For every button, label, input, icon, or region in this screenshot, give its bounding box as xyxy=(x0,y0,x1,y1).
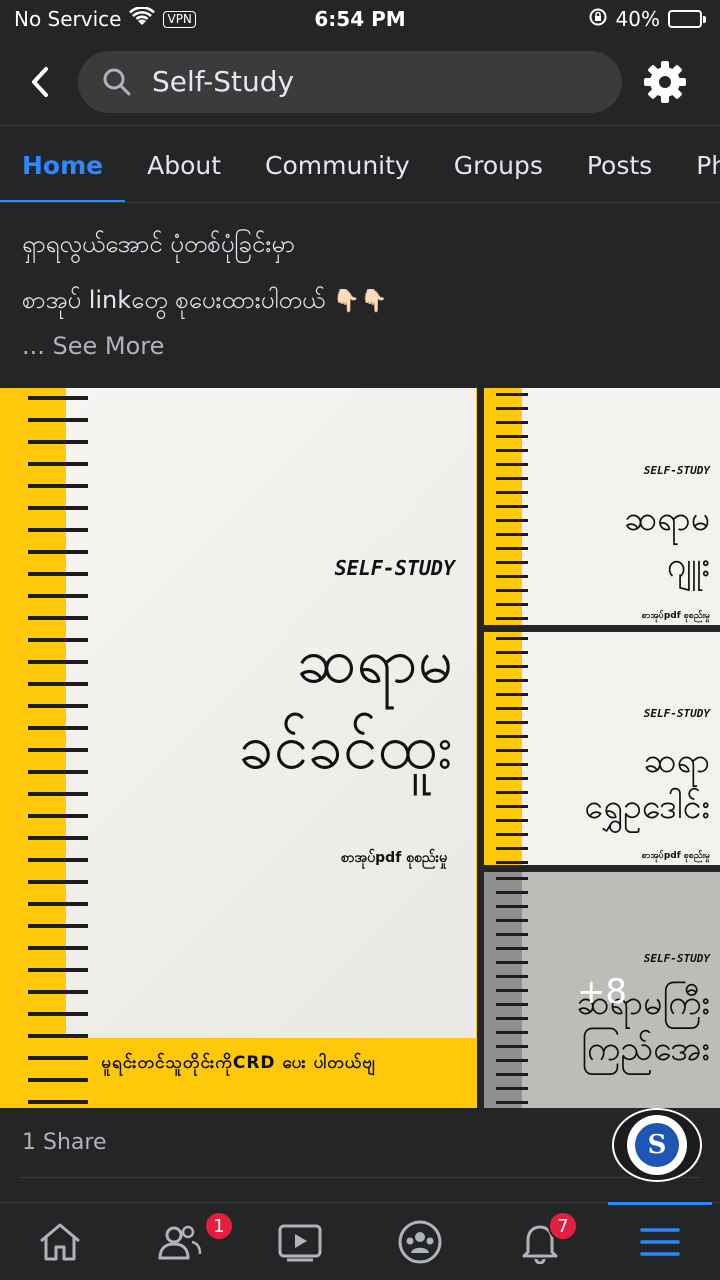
tab-community[interactable]: Community xyxy=(243,127,432,202)
image-side-1-subtitle: စာအုပ်pdf စုစည်းမှု xyxy=(641,611,710,621)
nav-home[interactable] xyxy=(0,1203,120,1280)
image-side-1-title-line1: ဆရာမ xyxy=(624,499,710,539)
notebook-spiral xyxy=(496,388,528,625)
tab-groups[interactable]: Groups xyxy=(432,127,565,202)
carrier-label: No Service xyxy=(14,7,122,31)
tab-posts[interactable]: Posts xyxy=(565,127,674,202)
post-line-2-wrap: စာအုပ် linkတွေ စုပေးထားပါတယ် 👇🏻👇🏻 xyxy=(22,272,702,330)
nav-notifications[interactable]: 7 xyxy=(480,1203,600,1280)
back-button[interactable] xyxy=(20,52,60,112)
nav-watch[interactable] xyxy=(240,1203,360,1280)
pointing-down-emoji: 👇🏻👇🏻 xyxy=(332,289,388,314)
tab-photos[interactable]: Ph xyxy=(674,127,720,202)
tab-home[interactable]: Home xyxy=(0,127,126,202)
status-left: No Service VPN xyxy=(14,5,196,32)
image-side-2[interactable]: SELF-STUDY ဆရာ ရွှေဥဒေါင်း စာအုပ်pdf စုစ… xyxy=(484,632,720,865)
search-icon xyxy=(103,68,131,95)
friends-badge: 1 xyxy=(204,1211,234,1241)
image-main-footer: မူရင်းတင်သူတိုင်းကိုCRD ပေး ပါတယ်ဗျ xyxy=(101,1053,376,1073)
page-avatar-bubble[interactable]: S xyxy=(612,1108,702,1182)
wifi-icon xyxy=(129,5,156,32)
post-image-gallery: SELF-STUDY ဆရာမ ခင်ခင်ထူး စာအုပ်pdf စုစည… xyxy=(0,388,720,1108)
image-side-1-brand: SELF-STUDY xyxy=(643,464,710,477)
tab-about[interactable]: About xyxy=(125,127,243,202)
nav-friends[interactable]: 1 xyxy=(120,1203,240,1280)
post-line-1: ရှာရလွယ်အောင် ပုံတစ်ပုံခြင်းမှာ xyxy=(22,230,295,258)
gear-icon xyxy=(644,60,686,103)
battery-percent: 40% xyxy=(615,7,660,31)
image-side-2-title-line2: ရွှေဥဒေါင်း xyxy=(584,787,710,827)
image-side-2-brand: SELF-STUDY xyxy=(643,707,710,720)
image-side-2-title: ဆရာ ရွှေဥဒေါင်း xyxy=(584,738,710,830)
nav-groups[interactable] xyxy=(360,1203,480,1280)
image-side-1-title-line2: ဂျူး xyxy=(666,545,710,585)
page-tabs: Home About Community Groups Posts Ph xyxy=(0,127,720,203)
home-icon xyxy=(40,1223,80,1260)
notebook-spiral xyxy=(28,388,88,1108)
image-side-2-subtitle: စာအုပ်pdf စုစည်းမှု xyxy=(641,851,710,861)
search-query: Self-Study xyxy=(152,65,295,98)
notifications-badge: 7 xyxy=(548,1211,578,1241)
image-main-title-line1: ဆရာမ xyxy=(296,624,453,697)
notebook-spiral xyxy=(496,632,528,865)
more-images-count: +8 xyxy=(576,972,628,1012)
image-side-1-title: ဆရာမ ဂျူး xyxy=(624,496,710,588)
image-main-title-line2: ခင်ခင်ထူး xyxy=(238,710,453,783)
see-more-link[interactable]: ... See More xyxy=(22,332,164,360)
share-count[interactable]: 1 Share xyxy=(22,1130,106,1155)
status-right: 40% xyxy=(588,7,706,32)
groups-icon xyxy=(398,1220,442,1263)
vpn-badge: VPN xyxy=(163,10,196,28)
image-side-2-title-line1: ဆရာ xyxy=(643,741,710,781)
image-side-1[interactable]: SELF-STUDY ဆရာမ ဂျူး စာအုပ်pdf စုစည်းမှု xyxy=(484,388,720,625)
settings-button[interactable] xyxy=(640,57,690,107)
avatar-inner: S xyxy=(627,1115,687,1175)
video-icon xyxy=(278,1224,322,1261)
image-side-3[interactable]: SELF-STUDY ဆရာမကြီး ကြည်အေး +8 xyxy=(484,872,720,1108)
status-bar: No Service VPN 6:54 PM 40% xyxy=(0,0,720,38)
image-main-brand: SELF-STUDY xyxy=(334,556,455,580)
battery-icon xyxy=(668,10,706,28)
post-line-2: စာအုပ် linkတွေ စုပေးထားပါတယ် xyxy=(22,286,326,314)
friends-icon xyxy=(158,1225,202,1259)
avatar-ring: S xyxy=(612,1108,702,1182)
bottom-nav: 1 7 xyxy=(0,1202,720,1280)
post-text: ရှာရလွယ်အောင် ပုံတစ်ပုံခြင်းမှာ စာအုပ် l… xyxy=(22,216,702,330)
search-input[interactable]: Self-Study xyxy=(78,50,622,113)
divider xyxy=(20,1177,700,1178)
image-main-subtitle: စာအုပ်pdf စုစည်းမှု xyxy=(340,850,447,866)
image-main[interactable]: SELF-STUDY ဆရာမ ခင်ခင်ထူး စာအုပ်pdf စုစည… xyxy=(0,388,477,1108)
search-header: Self-Study xyxy=(0,38,720,126)
image-main-title: ဆရာမ ခင်ခင်ထူး xyxy=(239,618,453,790)
menu-icon xyxy=(640,1227,680,1256)
shield-logo-icon: S xyxy=(635,1123,679,1167)
nav-menu[interactable] xyxy=(600,1202,720,1280)
back-arrow-icon xyxy=(32,66,48,97)
orientation-lock-icon xyxy=(588,7,608,32)
